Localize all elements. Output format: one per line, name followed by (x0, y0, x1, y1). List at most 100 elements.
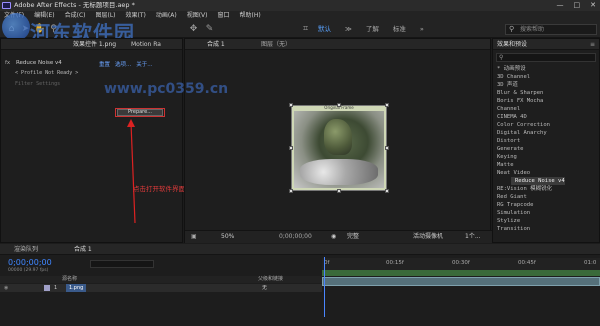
workspace-standard[interactable]: 标准 (393, 21, 406, 38)
effects-search-input[interactable]: ⚲ (496, 53, 596, 62)
effects-list-item[interactable]: Matte (497, 161, 514, 169)
options-link[interactable]: 选项... (115, 60, 131, 68)
effect-controls-tabbar: 效果控件 1.png Motion Ra (1, 39, 182, 50)
prepare-button[interactable]: Prepare... (117, 109, 163, 116)
workspace-learn[interactable]: 了解 (366, 21, 379, 38)
filter-settings-label: Filter Settings (15, 81, 61, 87)
composition-viewer-panel: 合成 1 图层（无） Original Frame ▣ 50% 0;00;00;… (184, 38, 492, 243)
parent-select[interactable]: 无 (262, 284, 267, 292)
effects-list-item[interactable]: Simulation (497, 209, 530, 217)
transform-handle[interactable] (385, 103, 389, 107)
transform-handle[interactable] (385, 146, 389, 150)
effect-name: Reduce Noise v4 (15, 60, 62, 66)
panel-menu-icon[interactable]: ≡ (590, 39, 595, 50)
rocks-image (300, 159, 378, 185)
effects-list-item[interactable]: * 动画预设 (497, 65, 526, 73)
effects-list-item[interactable]: Generate (497, 145, 524, 153)
effects-list-item[interactable]: Channel (497, 105, 520, 113)
layer-row[interactable]: ◉ 1 1.png 无 (0, 284, 322, 292)
resolution-select[interactable]: 完整 (347, 231, 359, 243)
tab-comp-timeline[interactable]: 合成 1 (74, 244, 92, 255)
parent-link-header[interactable]: 父级和链接 (258, 276, 283, 283)
effects-list-item[interactable]: Color Correction (497, 121, 550, 129)
pin-tool-icon[interactable]: ✥ (188, 24, 199, 35)
tab-composition[interactable]: 合成 1 (207, 39, 225, 50)
search-icon: ⚲ (499, 54, 504, 61)
effects-list-item[interactable]: Stylize (497, 217, 520, 225)
transform-handle[interactable] (385, 189, 389, 193)
menu-animation[interactable]: 动画(A) (156, 11, 177, 21)
transform-handle[interactable] (289, 189, 293, 193)
viewer-timecode[interactable]: 0;00;00;00 (279, 231, 312, 243)
visibility-icon[interactable]: ◉ (4, 284, 8, 292)
transform-handle[interactable] (337, 189, 341, 193)
time-ruler[interactable]: 0f 00:15f 00:30f 00:45f 01:0 (322, 258, 600, 270)
camera-icon[interactable]: ◉ (331, 231, 336, 243)
menu-view[interactable]: 视图(V) (187, 11, 208, 21)
effects-presets-tabbar: 效果和预设 ≡ (493, 39, 599, 50)
workspace-overflow-icon[interactable]: » (420, 21, 424, 38)
timeline-timecode[interactable]: 0;00;00;00 (8, 258, 52, 267)
window-controls: — □ ✕ (557, 0, 597, 11)
effects-list-item[interactable]: Boris FX Mocha (497, 97, 543, 105)
transform-handle[interactable] (289, 103, 293, 107)
layer-duration-bar[interactable] (322, 277, 600, 286)
views-select[interactable]: 1个... (465, 231, 481, 243)
effects-list-item[interactable]: CINEMA 4D (497, 113, 527, 121)
effects-list-item[interactable]: 3D 声道 (497, 81, 518, 89)
timeline-search-input[interactable] (90, 260, 154, 268)
work-area-bar[interactable] (322, 270, 600, 276)
ruler-tick: 00:45f (518, 260, 536, 266)
effects-list-item[interactable]: RG Trapcode (497, 201, 533, 209)
layer-name[interactable]: 1.png (66, 284, 87, 292)
watermark-url: www.pc0359.cn (104, 81, 229, 97)
viewer-options-icon[interactable]: ▣ (191, 231, 197, 243)
workspace-default[interactable]: 默认 (318, 21, 331, 38)
help-search-input[interactable]: ⚲ 搜索帮助 (505, 24, 597, 35)
timeline-fps: 00000 (29.97 fps) (8, 268, 49, 273)
effects-list-item[interactable]: Transition (497, 225, 530, 233)
profile-status: < Profile Not Ready > (15, 70, 79, 76)
minimize-button[interactable]: — (557, 0, 564, 11)
tab-effects-presets[interactable]: 效果和预设 (497, 39, 527, 50)
effect-controls-panel: 效果控件 1.png Motion Ra fx Reduce Noise v4 … (0, 38, 183, 243)
menu-window[interactable]: 窗口 (217, 11, 229, 21)
maximize-button[interactable]: □ (574, 0, 581, 11)
fx-toggle-icon[interactable]: fx (5, 60, 10, 66)
composition-canvas[interactable]: Original Frame (289, 103, 389, 193)
transform-handle[interactable] (289, 146, 293, 150)
transform-handle[interactable] (337, 103, 341, 107)
reset-link[interactable]: 重置 (99, 60, 110, 68)
effects-list-item[interactable]: Reduce Noise v4 (511, 177, 565, 185)
effects-list-item[interactable]: Distort (497, 137, 520, 145)
puppet-tool-icon[interactable]: ✎ (204, 24, 215, 35)
workspace-more-icon[interactable]: ≫ (345, 21, 352, 38)
lizard-image (324, 119, 352, 155)
camera-select[interactable]: 活动摄像机 (413, 231, 443, 243)
effects-list-item[interactable]: Blur & Sharpen (497, 89, 543, 97)
annotation-text: 点击打开软件界面 (133, 185, 185, 193)
effects-list-item[interactable]: 3D Channel (497, 73, 530, 81)
snap-icon[interactable]: ⌗ (300, 24, 311, 35)
effects-list-item[interactable]: Keying (497, 153, 517, 161)
current-time-indicator[interactable] (324, 257, 330, 317)
effects-list-item[interactable]: Red Giant (497, 193, 527, 201)
effects-list-item[interactable]: Neat Video (497, 169, 530, 177)
label-color-icon[interactable] (44, 285, 50, 291)
effects-presets-panel: 效果和预设 ≡ ⚲ * 动画预设 3D Channel 3D 声道 Blur & Sh… (492, 38, 600, 243)
title-bar: Adobe After Effects - 无标题项目.aep * (0, 0, 600, 11)
effects-list-item[interactable]: RE:Vision 模糊锐化 (497, 185, 552, 193)
close-button[interactable]: ✕ (590, 0, 596, 11)
tab-render-queue[interactable]: 渲染队列 (14, 244, 38, 255)
about-link[interactable]: 关于... (136, 60, 152, 68)
motion-comp-label[interactable]: Motion Ra (131, 39, 161, 50)
timeline-tabbar: 渲染队列 合成 1 (0, 244, 600, 255)
menu-help[interactable]: 帮助(H) (240, 11, 261, 21)
effects-list-item[interactable]: Digital Anarchy (497, 129, 547, 137)
source-name-header[interactable]: 源名称 (62, 276, 77, 283)
layer-viewer-label[interactable]: 图层（无） (261, 39, 291, 50)
tab-effect-controls[interactable]: 效果控件 1.png (73, 39, 116, 50)
help-search-placeholder: 搜索帮助 (520, 26, 545, 33)
filter-settings-row[interactable]: Filter Settings (15, 81, 60, 87)
zoom-select[interactable]: 50% (221, 231, 234, 243)
